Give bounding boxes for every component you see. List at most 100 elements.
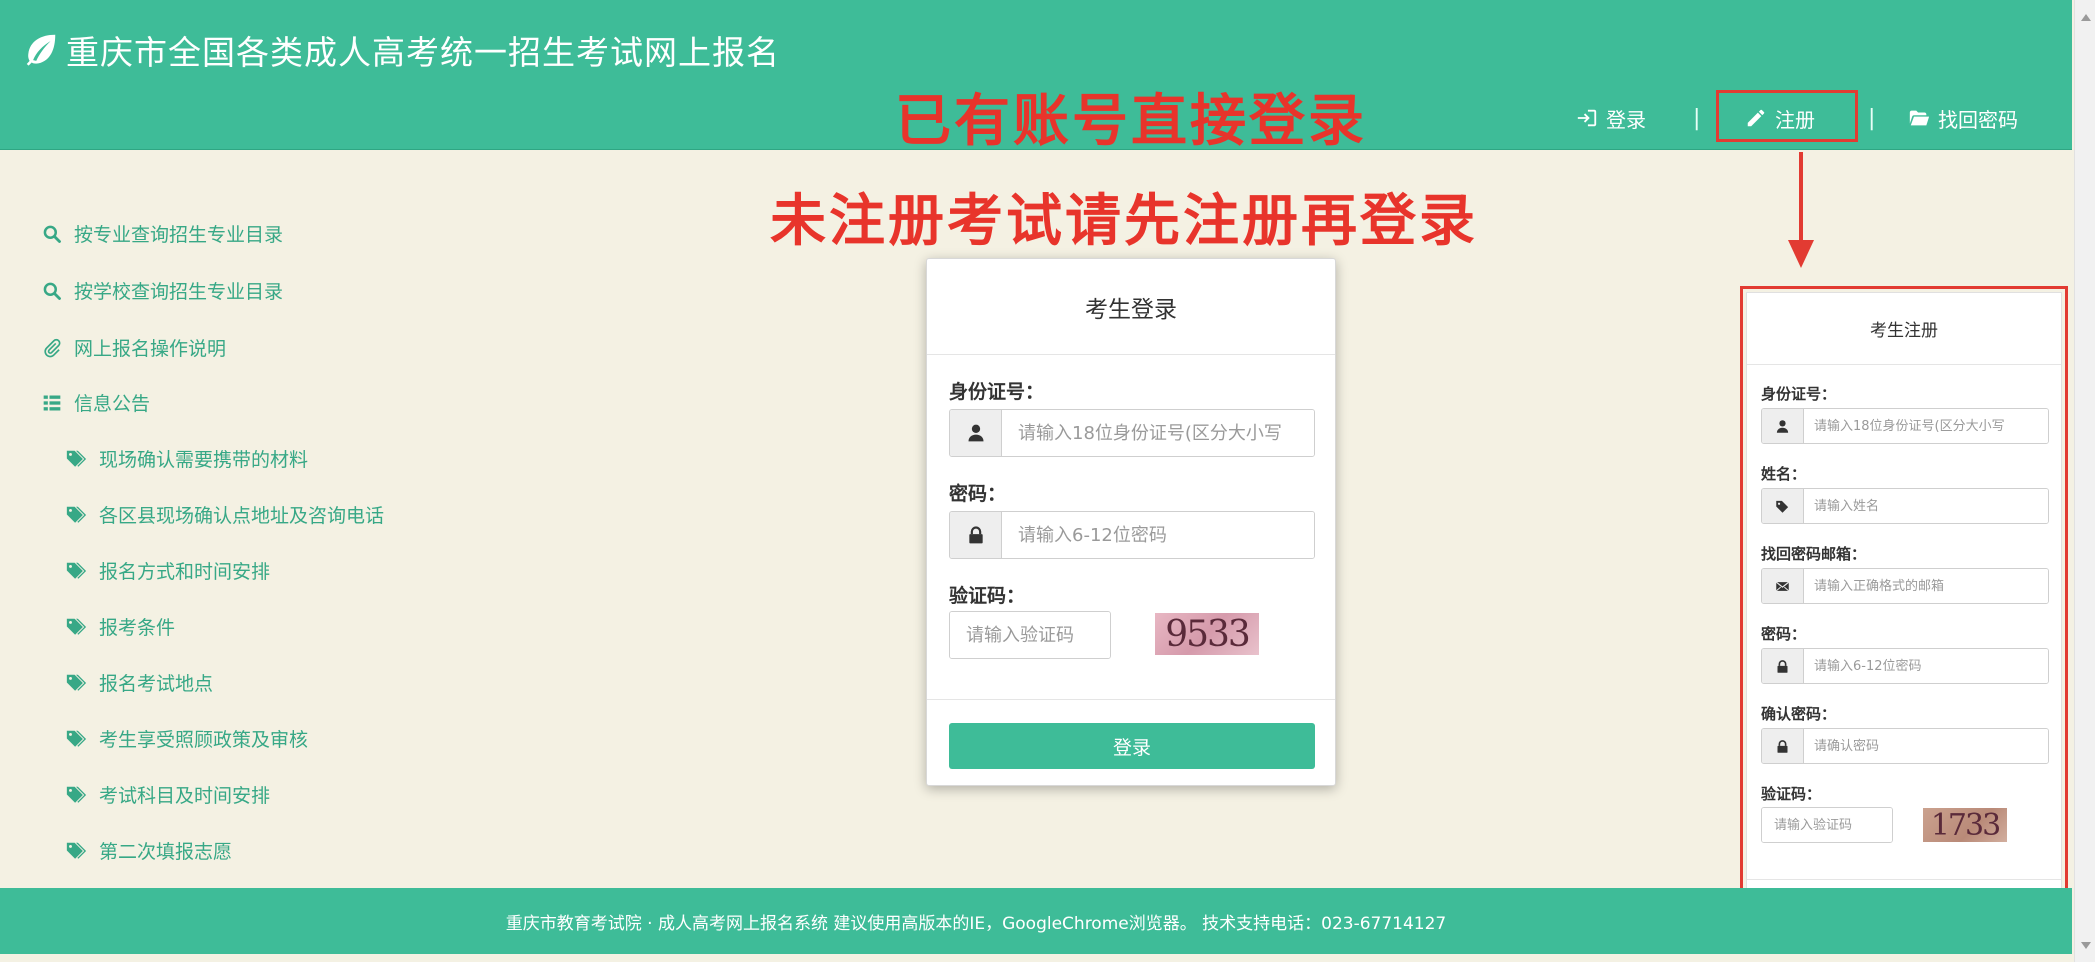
menu-item-notice[interactable]: 信息公告 [42,389,150,416]
menu-subitem-locations[interactable]: 报名考试地点 [65,669,213,696]
tag-icon [1776,500,1789,513]
tags-icon [66,506,87,523]
tags-icon [66,786,87,803]
register-id-label: 身份证号： [1761,385,1837,403]
register-captcha-field [1761,807,1893,843]
lock-icon [1777,659,1788,673]
search-icon [43,225,61,243]
menu-item-label: 按学校查询招生专业目录 [74,281,284,303]
register-email-group [1761,568,2049,604]
login-password-group [949,511,1315,559]
register-password-input[interactable] [1804,649,2048,683]
annotation-login-hint: 已有账号直接登录 [895,89,1367,154]
tags-icon [66,842,87,859]
page-scrollbar[interactable] [2074,0,2095,962]
register-card-divider [1747,879,2061,880]
login-card-divider [927,699,1335,700]
user-icon [968,424,983,442]
menu-subitem-second-choice[interactable]: 第二次填报志愿 [65,837,232,864]
lock-icon-addon [950,512,1002,558]
register-captcha-input[interactable] [1762,808,1892,842]
menu-item-label: 报名方式和时间安排 [99,561,271,583]
register-id-input[interactable] [1804,409,2048,443]
login-submit-button[interactable]: 登录 [949,723,1315,769]
menu-subitem-conditions[interactable]: 报考条件 [65,613,175,640]
register-name-input[interactable] [1804,489,2048,523]
register-id-group [1761,408,2049,444]
nav-separator-2: | [1868,105,1876,131]
menu-subitem-materials[interactable]: 现场确认需要携带的材料 [65,445,308,472]
login-captcha-input[interactable] [950,612,1110,658]
menu-item-label: 报考条件 [99,617,176,639]
menu-item-label: 考生享受照顾政策及审核 [99,729,309,751]
nav-login-label: 登录 [1606,107,1646,132]
menu-item-label: 按专业查询招生专业目录 [74,224,284,246]
login-captcha-field [949,611,1111,659]
menu-item-guide[interactable]: 网上报名操作说明 [42,334,226,361]
tags-icon [66,562,87,579]
register-confirm-label: 确认密码： [1761,705,1837,723]
login-id-group [949,409,1315,457]
menu-subitem-policy[interactable]: 考生享受照顾政策及审核 [65,725,308,752]
login-captcha-image[interactable]: 9533 [1155,613,1259,655]
lock-icon [1777,739,1788,753]
tags-icon [66,618,87,635]
menu-subitem-subjects[interactable]: 考试科目及时间安排 [65,781,270,808]
login-card-title: 考生登录 [927,259,1335,355]
register-name-group [1761,488,2049,524]
register-captcha-label: 验证码： [1761,785,1822,803]
user-icon [1776,419,1789,433]
envelope-icon-addon [1762,569,1804,603]
register-email-label: 找回密码邮箱： [1761,545,1867,563]
menu-item-label: 现场确认需要携带的材料 [99,449,309,471]
register-email-input[interactable] [1804,569,2048,603]
envelope-icon [1775,581,1790,591]
tags-icon [66,450,87,467]
footer-text: 重庆市教育考试院 · 成人高考网上报名系统 建议使用高版本的IE，GoogleC… [505,913,1447,934]
register-card-title: 考生注册 [1747,293,2061,365]
menu-item-major-search[interactable]: 按专业查询招生专业目录 [42,220,283,247]
annotation-arrow [1788,152,1814,268]
search-icon [43,282,61,300]
top-nav: 登录 [1576,88,1646,148]
menu-item-label: 报名考试地点 [99,673,214,695]
register-captcha-image[interactable]: 1733 [1923,808,2007,843]
tags-icon [66,674,87,691]
login-card: 考生登录 身份证号： 密码： 验证码： 9533 登录 [926,258,1336,786]
site-footer: 重庆市教育考试院 · 成人高考网上报名系统 建议使用高版本的IE，GoogleC… [0,888,2072,954]
scroll-down-arrow-icon[interactable] [2081,942,2091,949]
list-icon [43,395,61,410]
register-card: 考生注册 身份证号： 姓名： 找回密码邮箱： 密码： [1746,292,2062,944]
register-password-label: 密码： [1761,625,1807,643]
lock-icon-addon [1762,729,1804,763]
menu-item-label: 第二次填报志愿 [99,841,233,863]
tag-icon-addon [1762,489,1804,523]
folder-open-icon [1909,110,1930,126]
scroll-up-arrow-icon[interactable] [2081,14,2091,21]
menu-item-label: 网上报名操作说明 [74,338,227,360]
login-id-input[interactable] [1002,410,1314,456]
menu-subitem-schedule[interactable]: 报名方式和时间安排 [65,557,270,584]
paperclip-icon [44,338,61,357]
page: 重庆市全国各类成人高考统一招生考试网上报名 登录 | 注册 | 找回密码 已有账… [0,0,2095,962]
login-captcha-label: 验证码： [949,585,1026,607]
register-confirm-input[interactable] [1804,729,2048,763]
register-name-label: 姓名： [1761,465,1807,483]
login-id-label: 身份证号： [949,381,1045,403]
menu-subitem-addresses[interactable]: 各区县现场确认点地址及咨询电话 [65,501,384,528]
nav-recover-wrap: 找回密码 [1908,88,2018,148]
menu-item-school-search[interactable]: 按学校查询招生专业目录 [42,277,283,304]
nav-recover-link[interactable]: 找回密码 [1908,104,2018,133]
lock-icon-addon [1762,649,1804,683]
tags-icon [66,730,87,747]
user-icon-addon [950,410,1002,456]
menu-item-label: 各区县现场确认点地址及咨询电话 [99,505,385,527]
nav-login-link[interactable]: 登录 [1576,104,1646,133]
nav-separator-1: | [1693,105,1701,131]
lock-icon [968,526,983,544]
nav-recover-label: 找回密码 [1938,107,2018,132]
sign-in-icon [1577,109,1597,127]
login-password-label: 密码： [949,483,1007,505]
annotation-register-hint: 未注册考试请先注册再登录 [770,189,1478,254]
login-password-input[interactable] [1002,512,1314,558]
